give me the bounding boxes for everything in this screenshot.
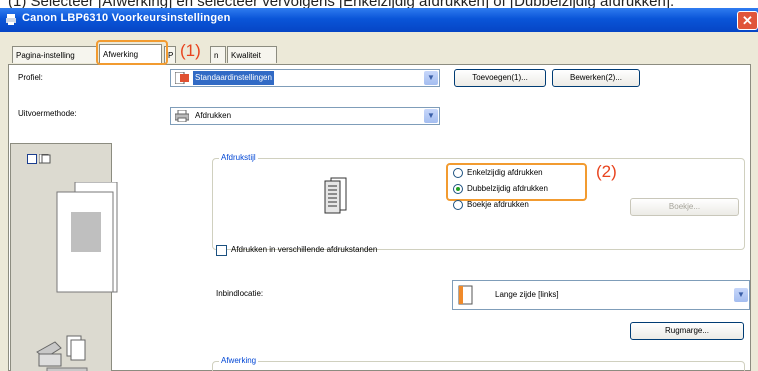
close-button[interactable]: ✕ xyxy=(737,11,758,30)
booklet-label[interactable]: Boekje afdrukken xyxy=(467,200,529,209)
close-icon: ✕ xyxy=(742,13,753,28)
tab-quality-partial-label: n xyxy=(214,51,219,60)
double-sided-label[interactable]: Dubbelzijdig afdrukken xyxy=(467,184,548,193)
profile-icon xyxy=(175,72,189,84)
duplex-document-icon xyxy=(324,177,347,214)
output-method-value: Afdrukken xyxy=(195,111,232,120)
page-preview-icon xyxy=(56,182,118,293)
callout-2: (2) xyxy=(596,162,617,181)
printer-icon xyxy=(175,110,189,122)
binding-location-select[interactable]: Lange zijde [links] ▼ xyxy=(452,280,750,310)
single-sided-radio[interactable] xyxy=(453,168,463,178)
gutter-button[interactable]: Rugmarge... xyxy=(630,322,744,340)
profile-label: Profiel: xyxy=(18,73,43,82)
tab-quality[interactable]: Kwaliteit xyxy=(227,46,277,63)
tab-page-setup-label: Pagina-instelling xyxy=(16,51,75,60)
finishing-group-legend: Afwerking xyxy=(219,356,259,365)
tab-page-setup[interactable]: Pagina-instelling xyxy=(12,46,98,63)
preview-view-toggle[interactable] xyxy=(27,154,37,164)
chevron-down-icon[interactable]: ▼ xyxy=(424,71,438,85)
page-preview-pane xyxy=(10,143,118,371)
output-tray-icon xyxy=(36,335,88,371)
mixed-orientation-checkbox[interactable] xyxy=(216,245,227,256)
add-profile-button[interactable]: Toevoegen(1)... xyxy=(454,69,546,87)
mixed-orientation-label[interactable]: Afdrukken in verschillende afdrukstanden xyxy=(231,245,377,254)
binding-location-label: Inbindlocatie: xyxy=(216,289,264,298)
profile-value: Standaardinstellingen xyxy=(193,71,274,85)
stack-icon[interactable] xyxy=(39,154,51,164)
output-method-label: Uitvoermethode: xyxy=(18,109,77,118)
window-title: Canon LBP6310 Voorkeursinstellingen xyxy=(22,12,231,24)
tab-quality-label: Kwaliteit xyxy=(231,51,261,60)
title-bar[interactable]: Canon LBP6310 Voorkeursinstellingen ✕ xyxy=(0,8,758,32)
tab-quality-partial[interactable]: n xyxy=(210,46,226,63)
booklet-settings-button[interactable]: Boekje... xyxy=(630,198,739,216)
printer-app-icon xyxy=(6,14,16,25)
booklet-radio[interactable] xyxy=(453,200,463,210)
long-edge-binding-icon xyxy=(458,285,473,305)
output-method-select[interactable]: Afdrukken ▼ xyxy=(170,107,440,125)
chevron-down-icon[interactable]: ▼ xyxy=(734,288,748,302)
finishing-group xyxy=(212,361,745,371)
single-sided-label[interactable]: Enkelzijdig afdrukken xyxy=(467,168,543,177)
callout-1: (1) xyxy=(180,41,201,60)
double-sided-radio[interactable] xyxy=(453,184,463,194)
printer-preferences-window: Canon LBP6310 Voorkeursinstellingen ✕ Pa… xyxy=(0,8,758,371)
chevron-down-icon[interactable]: ▼ xyxy=(424,109,438,123)
finishing-tab-highlight xyxy=(96,40,168,65)
edit-profile-button[interactable]: Bewerken(2)... xyxy=(552,69,640,87)
profile-select[interactable]: Standaardinstellingen ▼ xyxy=(170,69,440,87)
print-style-legend: Afdrukstijl xyxy=(219,153,258,162)
binding-location-value: Lange zijde [links] xyxy=(495,290,559,299)
tab-paper-source-label: P xyxy=(168,51,174,60)
